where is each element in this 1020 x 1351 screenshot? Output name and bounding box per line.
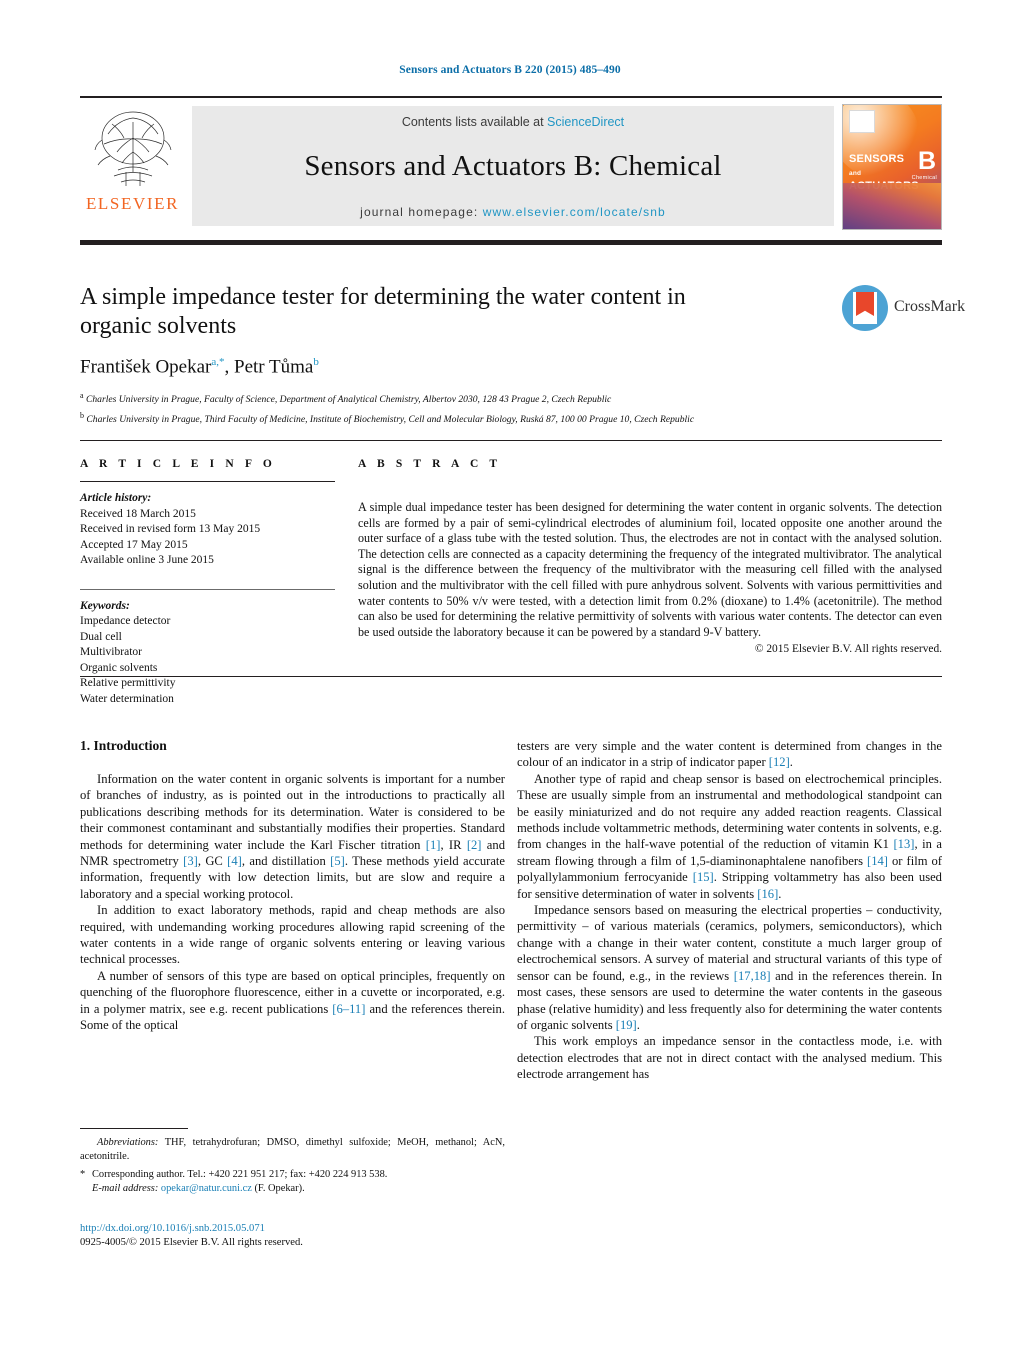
elsevier-tree-icon [94, 111, 171, 186]
citation-link[interactable]: [2] [467, 838, 482, 852]
journal-article-page: Sensors and Actuators B 220 (2015) 485–4… [0, 0, 1020, 1351]
history-item: Accepted 17 May 2015 [80, 538, 188, 551]
sciencedirect-link[interactable]: ScienceDirect [547, 115, 624, 129]
crossmark-icon [842, 285, 888, 331]
paragraph: This work employs an impedance sensor in… [517, 1034, 942, 1082]
footer-block: http://dx.doi.org/10.1016/j.snb.2015.05.… [80, 1222, 505, 1250]
affiliation-text-1: Charles University in Prague, Faculty of… [85, 394, 612, 406]
paragraph: Another type of rapid and cheap sensor i… [517, 771, 942, 901]
abbreviations-label: Abbreviations: [97, 1137, 159, 1148]
affiliation-mark-1: a [80, 391, 84, 401]
page-title: A simple impedance tester for determinin… [80, 284, 686, 339]
citation-link[interactable]: [6–11] [332, 1002, 365, 1016]
email-suffix: (F. Opekar). [254, 1182, 305, 1194]
citation-link[interactable]: [4] [227, 854, 242, 868]
paragraph: Impedance sensors based on measuring the… [517, 903, 943, 1032]
history-item: Available online 3 June 2015 [80, 554, 214, 566]
article-history-label: Article history: [80, 492, 152, 504]
history-item: Received in revised form 13 May 2015 [80, 523, 261, 535]
keywords-list: Keywords: Impedance detector Dual cell M… [80, 599, 335, 708]
keyword-item: Organic solvents [80, 661, 158, 674]
affiliation-mark-2: b [80, 410, 84, 420]
contents-available-line: Contents lists available at ScienceDirec… [402, 115, 624, 129]
history-item: Received 18 March 2015 [80, 507, 196, 520]
corresponding-star: * [80, 1169, 86, 1181]
cover-elsevier-mark [849, 110, 875, 133]
affiliation-text-2: Charles University in Prague, Third Facu… [86, 413, 695, 425]
cover-art-gradient [843, 183, 941, 229]
homepage-label: journal homepage: [360, 205, 483, 219]
footnote-rule [80, 1128, 188, 1129]
author-list: František Opekara,*, Petr Tůmab [80, 356, 942, 378]
contents-prefix: Contents lists available at [401, 115, 548, 129]
abstract-copyright: © 2015 Elsevier B.V. All rights reserved… [754, 643, 942, 656]
citation-link[interactable]: [14] [867, 854, 888, 868]
citation-link[interactable]: [16] [757, 887, 778, 901]
masthead-bottom-rule [80, 240, 942, 245]
paragraph: A number of sensors of this type are bas… [80, 968, 505, 1033]
author-name-1[interactable]: František Opekar [80, 356, 211, 377]
crossmark-label: CrossMark [894, 298, 966, 315]
journal-cover-thumbnail: SENSORS and ACTUATORS B Chemical [842, 104, 942, 230]
keyword-item: Water determination [80, 692, 174, 705]
crossmark-badge[interactable]: CrossMark [832, 285, 965, 331]
keyword-item: Dual cell [80, 630, 122, 643]
citation-link[interactable]: [13] [893, 837, 914, 851]
footnote-block: Abbreviations: THF, tetrahydrofuran; DMS… [80, 1128, 505, 1195]
paragraph: testers are very simple and the water co… [517, 739, 942, 770]
affiliation-2: b Charles University in Prague, Third Fa… [80, 409, 942, 427]
journal-homepage-line: journal homepage: www.elsevier.com/locat… [360, 205, 666, 219]
cover-volume-sub: Chemical [911, 175, 937, 181]
body-column-right: testers are very simple and the water co… [517, 738, 942, 1083]
corresponding-text: Corresponding author. Tel.: +420 221 951… [92, 1169, 388, 1181]
article-title-block: A simple impedance tester for determinin… [80, 283, 965, 427]
keyword-item: Relative permittivity [80, 677, 176, 689]
citation-link[interactable]: [5] [330, 854, 345, 868]
paragraph: In addition to exact laboratory methods,… [80, 903, 505, 967]
author-separator: , [224, 356, 235, 378]
footnote-corresponding-author: * Corresponding author. Tel.: +420 221 9… [80, 1168, 505, 1195]
author-name-2[interactable]: Petr Tůma [234, 356, 313, 377]
abstract-block: A B S T R A C T A simple dual impedance … [358, 458, 942, 655]
abstract-heading: A B S T R A C T [358, 458, 502, 470]
section-heading-introduction: 1. Introduction [80, 738, 167, 753]
email-link[interactable]: opekar@natur.cuni.cz [161, 1183, 252, 1194]
citation-link[interactable]: [15] [693, 870, 714, 884]
keyword-item: Impedance detector [80, 615, 171, 627]
running-head: Sensors and Actuators B 220 (2015) 485–4… [399, 64, 621, 76]
elsevier-logo: ELSEVIER [80, 104, 185, 230]
keyword-item: Multivibrator [80, 646, 142, 658]
citation-link[interactable]: [17,18] [734, 969, 771, 983]
article-info-heading: A R T I C L E I N F O [80, 458, 276, 470]
article-history: Article history: Received 18 March 2015 … [80, 491, 335, 569]
elsevier-wordmark: ELSEVIER [85, 194, 180, 213]
cover-title-line1: SENSORS [849, 153, 905, 165]
email-label: E-mail address: [92, 1182, 159, 1194]
issn-copyright-line: 0925-4005/© 2015 Elsevier B.V. All right… [80, 1237, 303, 1248]
article-info-block: A R T I C L E I N F O Article history: R… [80, 458, 335, 707]
homepage-url-link[interactable]: www.elsevier.com/locate/snb [483, 205, 666, 219]
cover-volume-letter: B [917, 147, 936, 175]
author-marks-1: a,* [211, 356, 225, 368]
footnote-abbreviations: Abbreviations: THF, tetrahydrofuran; DMS… [80, 1136, 505, 1163]
journal-name: Sensors and Actuators B: Chemical [304, 150, 722, 182]
paragraph: Information on the water content in orga… [80, 772, 505, 901]
keywords-label: Keywords: [80, 599, 130, 612]
affiliation-1: a Charles University in Prague, Faculty … [80, 389, 942, 407]
doi-link[interactable]: http://dx.doi.org/10.1016/j.snb.2015.05.… [80, 1222, 505, 1236]
journal-masthead: ELSEVIER Contents lists available at Sci… [80, 96, 942, 234]
journal-title-box: Contents lists available at ScienceDirec… [192, 106, 834, 226]
author-marks-2: b [313, 356, 319, 368]
cover-title-and: and [849, 169, 862, 177]
info-top-rule [80, 440, 942, 441]
citation-link[interactable]: [12] [769, 755, 790, 769]
abstract-text: A simple dual impedance tester has been … [358, 500, 942, 639]
citation-link[interactable]: [1] [426, 838, 441, 852]
citation-link[interactable]: [3] [183, 854, 198, 868]
body-column-left: 1. Introduction Information on the water… [80, 738, 505, 1034]
citation-link[interactable]: [19] [616, 1018, 637, 1032]
info-bottom-rule [80, 676, 942, 677]
